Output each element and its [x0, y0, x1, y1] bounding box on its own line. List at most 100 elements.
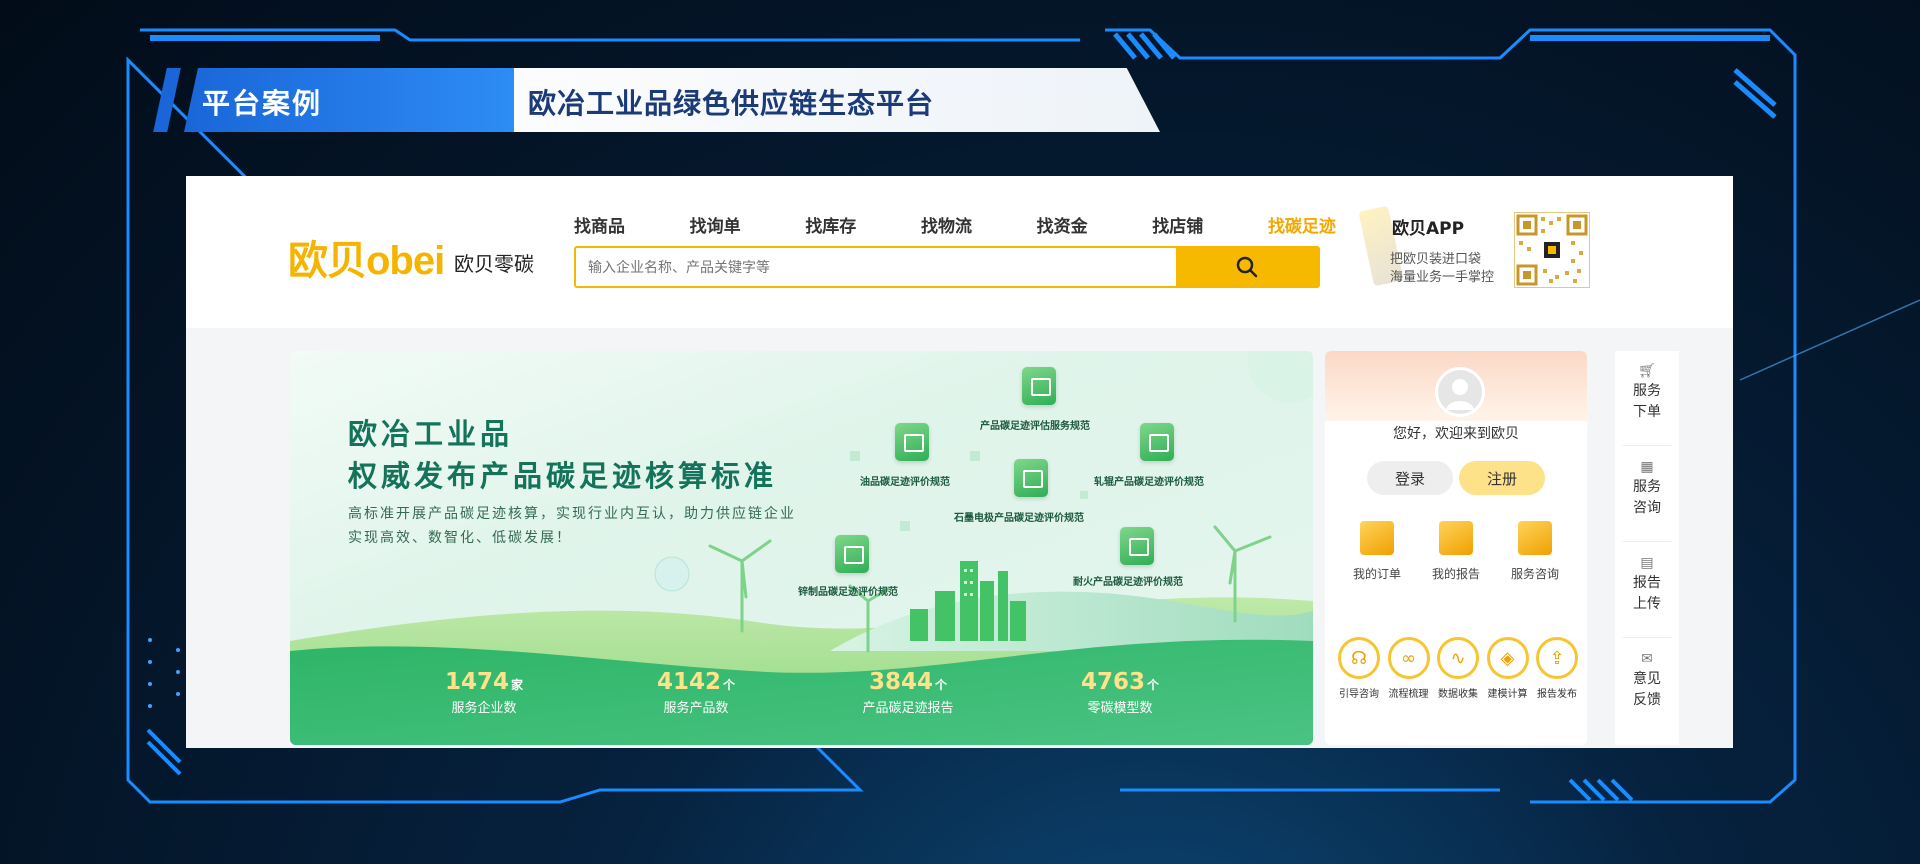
nav-find-inquiry[interactable]: 找询单 — [690, 212, 741, 237]
flow-step: ◈ 建模计算 — [1484, 637, 1532, 700]
quick-service-consult[interactable]: 服务咨询 — [1497, 521, 1573, 582]
login-button[interactable]: 登录 — [1367, 461, 1453, 495]
quick-my-reports[interactable]: 我的报告 — [1418, 521, 1494, 582]
main-nav: 找商品 找询单 找库存 找物流 找资金 找店铺 找碳足迹 — [574, 212, 1336, 237]
flow-label: 流程梳理 — [1388, 689, 1429, 700]
process-icon: ∞ — [1387, 637, 1430, 679]
search-input[interactable] — [586, 254, 1170, 282]
document-icon — [1140, 423, 1174, 461]
search-bar — [574, 246, 1320, 288]
banner-headline-2: 权威发布产品碳足迹核算标准 — [348, 459, 778, 493]
stat-unit: 个 — [1147, 678, 1160, 692]
quick-label: 我的报告 — [1431, 567, 1480, 581]
divider — [1623, 541, 1671, 542]
rail-label: 意见 — [1633, 671, 1661, 687]
cube-icon: ◈ — [1486, 637, 1529, 679]
cart-icon: 🛒︎ — [1638, 363, 1656, 379]
rail-label: 反馈 — [1633, 692, 1661, 708]
rail-label: 上传 — [1633, 596, 1661, 612]
site-header: 欧贝obei 欧贝零碳 找商品 找询单 找库存 找物流 找资金 找店铺 找碳足迹… — [186, 176, 1733, 328]
user-panel: 您好，欢迎来到欧贝 登录 注册 我的订单 我的报告 服务咨询 ☊ 引导咨询 ∞ … — [1325, 351, 1587, 745]
avatar[interactable] — [1435, 367, 1485, 417]
rail-service-consult[interactable]: ▦ 服务 咨询 — [1615, 459, 1679, 519]
report-icon — [1439, 521, 1473, 555]
app-title[interactable]: 欧贝APP — [1392, 214, 1464, 239]
nav-find-funds[interactable]: 找资金 — [1037, 212, 1088, 237]
quick-label: 我的订单 — [1352, 567, 1401, 581]
nav-find-store[interactable]: 找店铺 — [1152, 212, 1203, 237]
quick-label: 服务咨询 — [1510, 567, 1559, 581]
standard-label: 油品碳足迹评价规范 — [860, 477, 950, 488]
stat-value: 4142 — [656, 669, 721, 695]
welcome-text: 您好，欢迎来到欧贝 — [1393, 426, 1519, 442]
title-tag: 平台案例 — [184, 68, 514, 132]
search-button[interactable] — [1176, 248, 1318, 286]
title-stripe — [153, 68, 181, 132]
document-icon — [1014, 459, 1048, 497]
section-title-bar: 欧冶工业品绿色供应链生态平台 平台案例 — [153, 68, 1160, 132]
nav-find-goods[interactable]: 找商品 — [574, 212, 625, 237]
title-tag-label: 平台案例 — [202, 87, 323, 120]
flow-step: ☊ 引导咨询 — [1335, 637, 1383, 700]
stat-item: 3844 个 产品碳足迹报告 — [802, 659, 1014, 745]
pulse-icon: ∿ — [1437, 637, 1479, 679]
banner-description-2: 实现高效、数智化、低碳发展！ — [348, 530, 572, 546]
register-button[interactable]: 注册 — [1459, 461, 1545, 495]
nav-find-carbon-footprint[interactable]: 找碳足迹 — [1268, 212, 1336, 237]
document-icon — [1120, 527, 1154, 565]
standard-label: 轧辊产品碳足迹评价规范 — [1094, 477, 1204, 488]
flow-step: ∞ 流程梳理 — [1385, 637, 1433, 700]
banner-stats: 1474 家 服务企业数 4142 个 服务产品数 3844 个 产品碳足迹报告 47… — [290, 659, 1313, 745]
site-screenshot: 欧贝obei 欧贝零碳 找商品 找询单 找库存 找物流 找资金 找店铺 找碳足迹… — [186, 176, 1733, 748]
nav-find-stock[interactable]: 找库存 — [805, 212, 856, 237]
stat-unit: 个 — [935, 678, 948, 692]
app-tagline-1: 把欧贝装进口袋 — [1390, 252, 1482, 267]
banner-description-1: 高标准开展产品碳足迹核算，实现行业内互认，助力供应链企业 — [348, 506, 796, 522]
app-tagline-2: 海量业务一手掌控 — [1390, 270, 1495, 285]
rail-label: 服务 — [1633, 479, 1661, 495]
quick-my-orders[interactable]: 我的订单 — [1339, 521, 1415, 582]
rail-report-upload[interactable]: ▤ 报告 上传 — [1615, 555, 1679, 615]
divider — [1623, 637, 1671, 638]
stat-label: 产品碳足迹报告 — [862, 701, 954, 716]
flow-label: 报告发布 — [1537, 689, 1577, 700]
user-icon — [1446, 379, 1474, 410]
standard-label: 锌制品碳足迹评价规范 — [798, 587, 898, 598]
rail-label: 下单 — [1633, 404, 1661, 420]
site-logo[interactable]: 欧贝obei — [288, 228, 445, 286]
file-icon: ▤ — [1640, 555, 1654, 571]
grid-icon: ▦ — [1640, 459, 1654, 475]
nav-find-logistics[interactable]: 找物流 — [921, 212, 972, 237]
stat-value: 1474 — [444, 669, 509, 695]
order-icon — [1360, 521, 1394, 555]
stat-label: 零碳模型数 — [1087, 701, 1153, 716]
rail-label: 咨询 — [1633, 500, 1661, 516]
stat-unit: 家 — [511, 678, 524, 692]
standard-label: 产品碳足迹评估服务规范 — [980, 421, 1090, 432]
headset-icon: ☊ — [1338, 637, 1380, 679]
flow-step: ⇪ 报告发布 — [1533, 637, 1581, 700]
flow-label: 引导咨询 — [1339, 689, 1379, 700]
stat-value: 4763 — [1080, 669, 1145, 695]
mail-icon: ✉ — [1641, 651, 1653, 667]
stat-item: 1474 家 服务企业数 — [378, 659, 590, 745]
document-icon — [1022, 367, 1056, 405]
stat-item: 4142 个 服务产品数 — [590, 659, 802, 745]
search-icon — [1236, 256, 1258, 278]
document-icon — [835, 535, 869, 573]
rail-feedback[interactable]: ✉ 意见 反馈 — [1615, 651, 1679, 711]
divider — [1623, 445, 1671, 446]
rail-service-order[interactable]: 🛒︎ 服务 下单 — [1615, 363, 1679, 423]
carbon-banner[interactable]: 欧冶工业品 权威发布产品碳足迹核算标准 高标准开展产品碳足迹核算，实现行业内互认… — [290, 351, 1313, 745]
stat-item: 4763 个 零碳模型数 — [1014, 659, 1226, 745]
flow-label: 建模计算 — [1487, 689, 1528, 700]
document-icon — [895, 423, 929, 461]
standard-label: 耐火产品碳足迹评价规范 — [1073, 577, 1183, 588]
stat-value: 3844 — [868, 669, 933, 695]
stat-label: 服务产品数 — [663, 701, 729, 716]
flow-step: ∿ 数据收集 — [1434, 637, 1482, 700]
quick-links: 我的订单 我的报告 服务咨询 — [1339, 521, 1573, 582]
site-logo-subtitle: 欧贝零碳 — [454, 252, 534, 276]
banner-headline-1: 欧冶工业品 — [348, 417, 514, 451]
consult-icon — [1518, 521, 1552, 555]
